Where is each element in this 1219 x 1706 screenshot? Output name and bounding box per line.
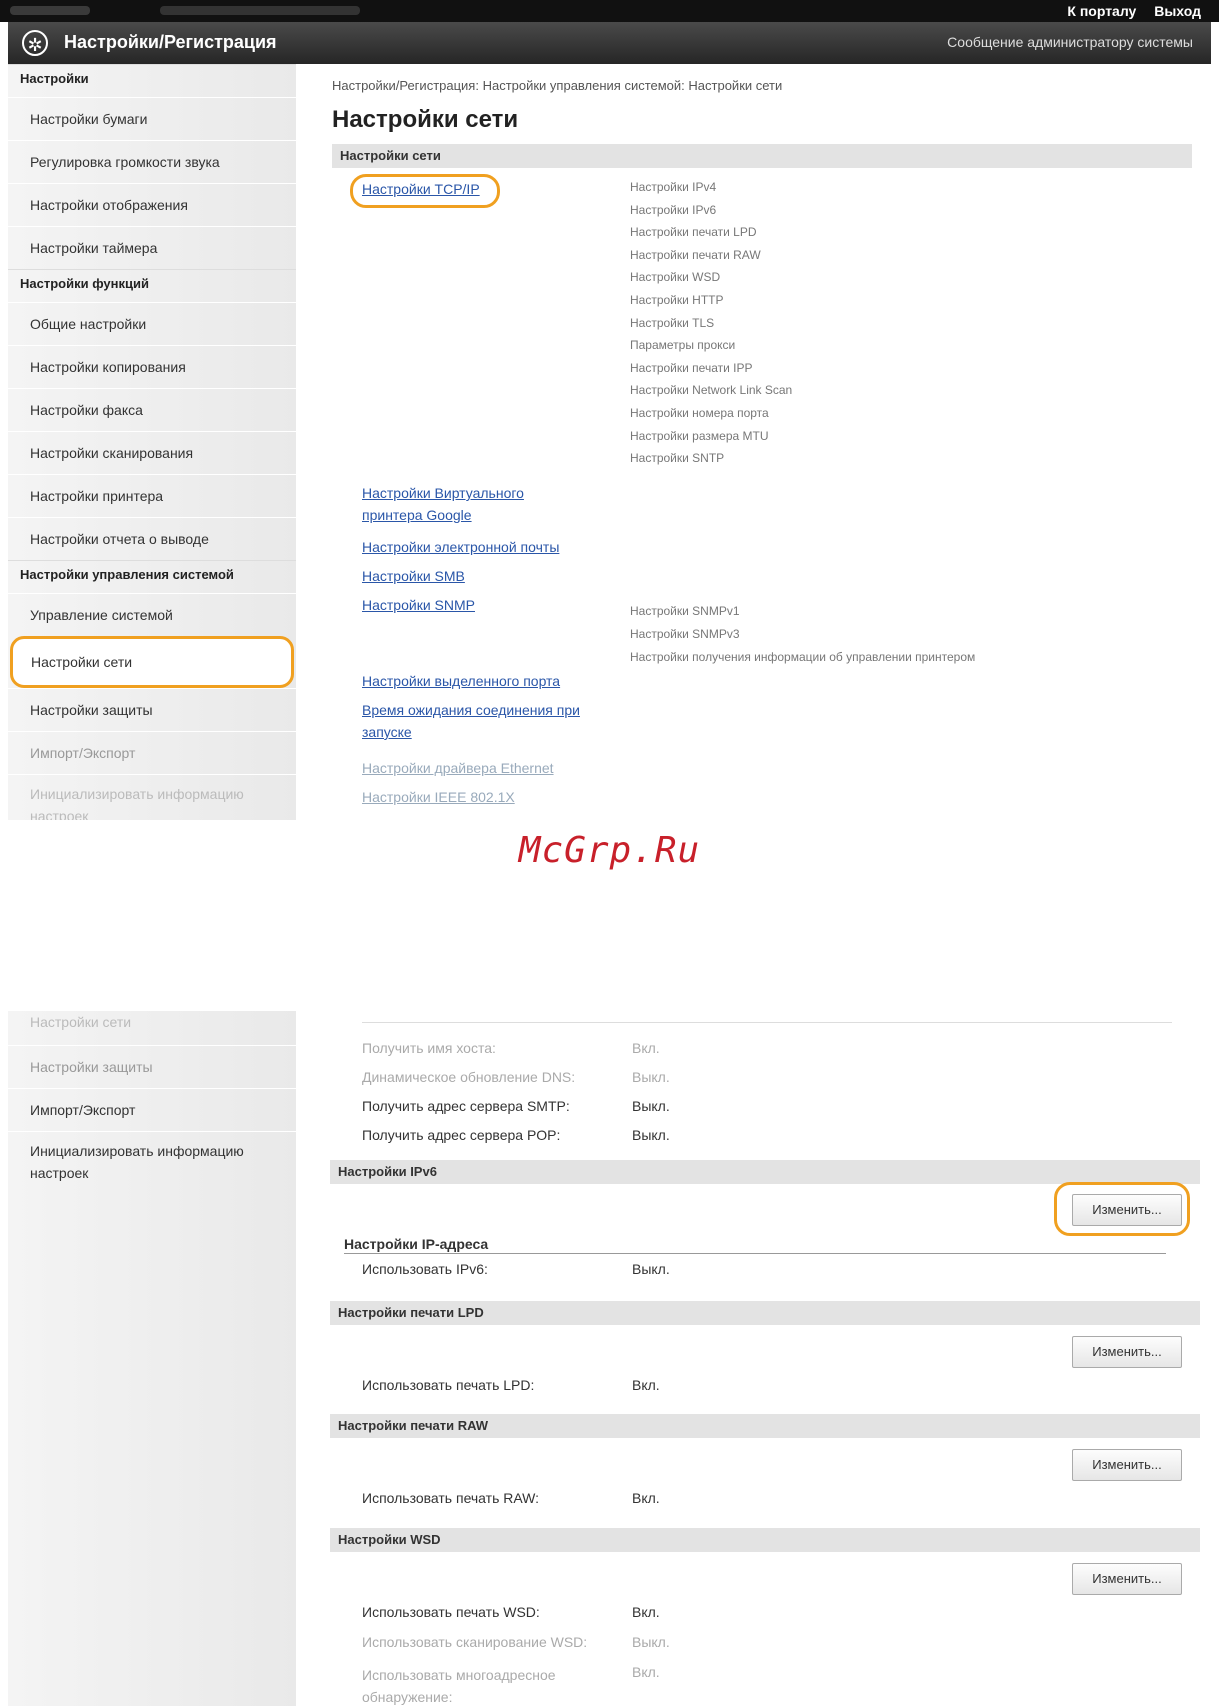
ip-address-subheading: Настройки IP-адреса: [344, 1236, 489, 1252]
email-settings-link[interactable]: Настройки электронной почты: [362, 536, 559, 558]
app-title: Настройки/Регистрация: [64, 32, 277, 52]
page-title: Настройки сети: [332, 106, 519, 133]
row-value: Вкл.: [632, 1490, 660, 1506]
sidebar-item-scan[interactable]: Настройки сканирования: [8, 431, 296, 474]
row-label: Использовать печать WSD:: [362, 1604, 540, 1620]
sidebar-category-settings: Настройки: [8, 64, 296, 97]
snmp-subitem: Настройки SNMPv3: [630, 627, 740, 641]
sidebar-item-security[interactable]: Настройки защиты: [8, 1045, 296, 1088]
sidebar-item-paper[interactable]: Настройки бумаги: [8, 97, 296, 140]
tcpip-subitem: Настройки Network Link Scan: [630, 383, 793, 398]
row-value: Выкл.: [632, 1127, 670, 1143]
tcpip-subitem: Настройки номера порта: [630, 406, 769, 420]
row-value: Выкл.: [632, 1098, 670, 1114]
row-value: Вкл.: [632, 1664, 660, 1680]
sidebar-item-network[interactable]: Настройки сети: [10, 636, 294, 688]
smb-settings-link[interactable]: Настройки SMB: [362, 565, 465, 587]
sidebar-item-printer[interactable]: Настройки принтера: [8, 474, 296, 517]
google-cloud-print-link[interactable]: Настройки Виртуального принтера Google: [362, 482, 562, 526]
sidebar-category-functions: Настройки функций: [8, 269, 296, 302]
sidebar-item-output-report[interactable]: Настройки отчета о выводе: [8, 517, 296, 560]
startup-wait-link[interactable]: Время ожидания соединения при запуске: [362, 699, 612, 743]
tcpip-subitem: Настройки HTTP: [630, 293, 724, 307]
settings-logo-icon: ✲: [22, 30, 48, 56]
row-label: Использовать печать RAW:: [362, 1490, 540, 1506]
sidebar: Настройки Настройки бумаги Регулировка г…: [8, 64, 296, 820]
row-label: Получить адрес сервера POP:: [362, 1127, 561, 1143]
sidebar-item-import-export[interactable]: Импорт/Экспорт: [8, 731, 296, 774]
snmp-subitem: Настройки получения информации об управл…: [630, 650, 976, 664]
sidebar: Настройки сети Настройки защиты Импорт/Э…: [8, 1010, 296, 1706]
sidebar-item-import-export[interactable]: Импорт/Экспорт: [8, 1088, 296, 1131]
sidebar-item-volume[interactable]: Регулировка громкости звука: [8, 140, 296, 183]
row-value: Выкл.: [632, 1634, 670, 1650]
main-content: Получить имя хоста: Вкл. Динамическое обно…: [320, 1010, 1200, 1706]
tcpip-subitem: Настройки SNTP: [630, 451, 725, 466]
tcpip-subitem: Настройки IPv4: [630, 180, 717, 194]
logout-link[interactable]: Выход: [1154, 3, 1201, 19]
sidebar-item-system-management[interactable]: Управление системой: [8, 593, 296, 636]
sidebar-item-initialize[interactable]: Инициализировать информацию настроек: [8, 774, 296, 820]
top-bar: К порталу Выход: [0, 0, 1219, 22]
ethernet-driver-link[interactable]: Настройки драйвера Ethernet: [362, 757, 554, 779]
sidebar-category-system: Настройки управления системой: [8, 560, 296, 593]
blurred-text: [10, 6, 90, 15]
dedicated-port-link[interactable]: Настройки выделенного порта: [362, 670, 560, 692]
row-value: Выкл.: [632, 1261, 670, 1277]
portal-link[interactable]: К порталу: [1067, 3, 1136, 19]
ipv6-edit-button[interactable]: Изменить...: [1072, 1194, 1182, 1226]
breadcrumb: Настройки/Регистрация: Настройки управле…: [332, 78, 783, 93]
tcpip-subitem: Настройки печати LPD: [630, 225, 757, 240]
section-header-raw: Настройки печати RAW: [330, 1414, 1200, 1438]
tcpip-subitem: Настройки IPv6: [630, 202, 717, 217]
sidebar-item-copy[interactable]: Настройки копирования: [8, 345, 296, 388]
screenshot-network-settings: К порталу Выход ✲ Настройки/Регистрация …: [0, 0, 1219, 820]
main-content: Настройки/Регистрация: Настройки управле…: [320, 64, 1200, 820]
sidebar-item-timer[interactable]: Настройки таймера: [8, 226, 296, 269]
section-header-lpd: Настройки печати LPD: [330, 1301, 1200, 1325]
section-header-wsd: Настройки WSD: [330, 1528, 1200, 1552]
tcpip-subitem: Настройки печати RAW: [630, 247, 761, 262]
sidebar-item-security[interactable]: Настройки защиты: [8, 688, 296, 731]
row-label: Получить имя хоста:: [362, 1040, 496, 1056]
raw-edit-button[interactable]: Изменить...: [1072, 1449, 1182, 1481]
sidebar-item-display[interactable]: Настройки отображения: [8, 183, 296, 226]
row-label: Динамическое обновление DNS:: [362, 1069, 576, 1085]
row-label: Получить адрес сервера SMTP:: [362, 1098, 570, 1114]
tcpip-subitem: Настройки TLS: [630, 315, 715, 330]
row-label: Использовать сканирование WSD:: [362, 1634, 588, 1650]
snmp-settings-link[interactable]: Настройки SNMP: [362, 594, 475, 616]
title-bar: ✲ Настройки/Регистрация Сообщение админи…: [8, 22, 1211, 64]
sidebar-item-initialize[interactable]: Инициализировать информацию настроек: [8, 1131, 296, 1184]
row-value: Вкл.: [632, 1040, 660, 1056]
section-header-network: Настройки сети: [332, 144, 1192, 168]
tcpip-subitem: Настройки печати IPP: [630, 360, 753, 375]
row-label: Использовать многоадресное обнаружение:: [362, 1667, 556, 1705]
blurred-text: [160, 6, 360, 15]
wsd-edit-button[interactable]: Изменить...: [1072, 1563, 1182, 1595]
admin-message-link[interactable]: Сообщение администратору системы: [947, 34, 1193, 50]
row-label: Использовать IPv6:: [362, 1261, 488, 1277]
tcpip-subitem: Настройки размера MTU: [630, 428, 769, 443]
snmp-subitem: Настройки SNMPv1: [630, 604, 740, 618]
section-header-ipv6: Настройки IPv6: [330, 1160, 1200, 1184]
tcpip-settings-link[interactable]: Настройки TCP/IP: [362, 178, 480, 200]
divider: [362, 1022, 1172, 1023]
row-value: Выкл.: [632, 1069, 670, 1085]
watermark: McGrp.Ru: [518, 830, 701, 871]
row-label: Использовать печать LPD:: [362, 1377, 535, 1393]
ieee8021x-link[interactable]: Настройки IEEE 802.1X: [362, 786, 515, 808]
divider: [344, 1253, 1166, 1254]
sidebar-item-network[interactable]: Настройки сети: [8, 1010, 296, 1045]
sidebar-item-fax[interactable]: Настройки факса: [8, 388, 296, 431]
lpd-edit-button[interactable]: Изменить...: [1072, 1336, 1182, 1368]
row-value: Вкл.: [632, 1377, 660, 1393]
sidebar-item-common[interactable]: Общие настройки: [8, 302, 296, 345]
tcpip-subitem: Параметры прокси: [630, 338, 736, 353]
row-value: Вкл.: [632, 1604, 660, 1620]
top-links: К порталу Выход: [1053, 3, 1201, 19]
tcpip-subitem: Настройки WSD: [630, 270, 721, 285]
screenshot-tcpip-settings: Настройки сети Настройки защиты Импорт/Э…: [0, 1010, 1219, 1706]
